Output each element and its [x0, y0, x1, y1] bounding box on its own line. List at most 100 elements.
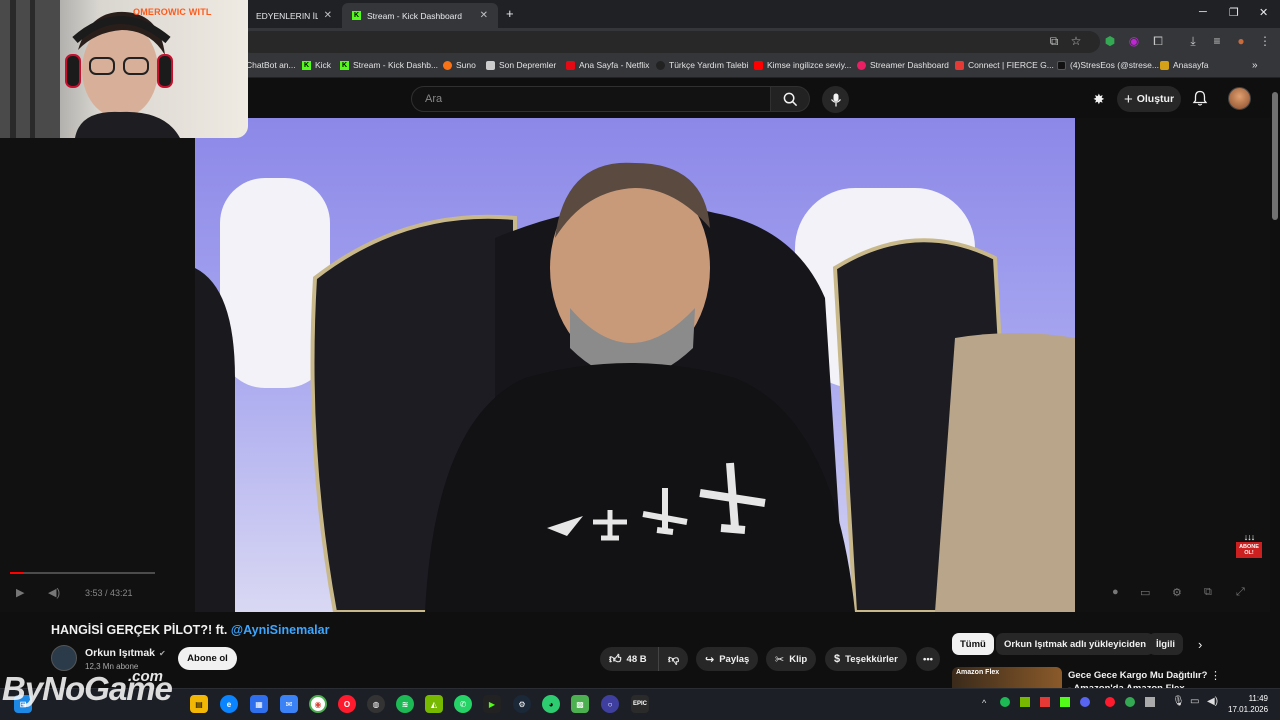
thumbs-up-icon: 👍︎: [609, 651, 622, 666]
premium-sparkle-icon[interactable]: ✸: [1093, 91, 1105, 108]
profile-avatar-icon[interactable]: ●: [1233, 34, 1249, 50]
kick-icon: K: [352, 11, 361, 20]
dislike-button[interactable]: 👎︎: [658, 647, 688, 671]
opera-icon[interactable]: O: [338, 695, 356, 713]
dashboard-icon: [857, 60, 866, 70]
extensions-puzzle-icon[interactable]: ⧠: [1150, 34, 1166, 50]
install-app-icon[interactable]: ⧉: [1046, 34, 1062, 50]
tab-kick-dashboard[interactable]: K Stream - Kick Dashboard ✕: [342, 3, 498, 28]
edge-icon[interactable]: e: [220, 695, 238, 713]
subscribe-button[interactable]: Abone ol: [178, 647, 237, 670]
bookmark-suno[interactable]: Suno: [443, 60, 476, 70]
bookmark-kick[interactable]: K Kick: [302, 60, 331, 70]
tray-app-icon[interactable]: [1040, 697, 1050, 707]
volume-icon[interactable]: ◀): [48, 586, 60, 599]
nvidia-icon[interactable]: ◭: [425, 695, 443, 713]
taskbar-clock[interactable]: 11:49 17.01.2026: [1228, 693, 1268, 715]
like-button[interactable]: 👍︎ 48 B: [600, 647, 658, 671]
file-explorer-icon[interactable]: ▤: [190, 695, 208, 713]
video-frame[interactable]: [195, 118, 1075, 612]
bookmark-chatbot[interactable]: ChatBot an...: [246, 60, 296, 70]
extension-shield-icon[interactable]: ⬢: [1102, 34, 1118, 50]
bookmark-tiktok[interactable]: (4)StresEos (@strese...: [1057, 60, 1159, 70]
kick-studio-icon[interactable]: ▶: [483, 695, 501, 713]
obs-icon[interactable]: ◍: [367, 695, 385, 713]
chip-related[interactable]: İlgili: [1148, 633, 1183, 655]
menu-dots-icon[interactable]: ⋮: [1257, 34, 1273, 50]
account-avatar[interactable]: [1228, 87, 1251, 110]
miniplayer-icon[interactable]: ⧉: [1204, 586, 1212, 599]
tray-volume-icon[interactable]: ◀): [1207, 696, 1218, 707]
bookmark-star-icon[interactable]: ☆: [1068, 34, 1084, 50]
tray-network-icon[interactable]: ▭: [1190, 696, 1199, 707]
more-actions-button[interactable]: •••: [916, 647, 940, 671]
tray-opera-icon[interactable]: [1105, 697, 1115, 707]
kick-icon: K: [340, 60, 349, 70]
tray-discord-icon[interactable]: [1080, 697, 1090, 707]
scrollbar-thumb[interactable]: [1272, 92, 1278, 220]
notifications-button[interactable]: [1192, 90, 1208, 112]
chip-from-uploader[interactable]: Orkun Işıtmak adlı yükleyiciden: [996, 633, 1155, 655]
mail-icon[interactable]: ✉: [280, 695, 298, 713]
whatsapp-icon[interactable]: ✆: [454, 695, 472, 713]
bookmark-netflix[interactable]: Ana Sayfa - Netflix: [566, 60, 649, 70]
title-mention-link[interactable]: @AyniSinemalar: [231, 623, 330, 637]
epic-games-icon[interactable]: EPIC: [631, 695, 649, 713]
tray-mic-icon[interactable]: 🎙︎: [1172, 696, 1185, 707]
restore-icon[interactable]: ❐: [1229, 6, 1239, 19]
thanks-button[interactable]: $ Teşekkürler: [825, 647, 907, 671]
chip-all[interactable]: Tümü: [952, 633, 994, 655]
tray-shield-icon[interactable]: [1145, 697, 1155, 707]
tray-chrome-icon[interactable]: [1125, 697, 1135, 707]
share-button[interactable]: ↪ Paylaş: [696, 647, 759, 671]
bookmark-youtube-video[interactable]: Kimse ingilizce seviy...: [754, 60, 851, 70]
steam-icon[interactable]: ⚙: [513, 695, 531, 713]
plus-icon: +: [1123, 90, 1133, 108]
tray-nvidia-icon[interactable]: [1020, 697, 1030, 707]
tab-video[interactable]: EDYENLERIN İLK Vİ: ✕: [246, 3, 342, 28]
bookmark-fierce[interactable]: Connect | FIERCE G...: [955, 60, 1054, 70]
video-scene: [195, 162, 1075, 612]
channel-avatar[interactable]: [51, 645, 77, 671]
chrome-icon[interactable]: ◉: [309, 695, 327, 713]
voice-search-button[interactable]: [822, 86, 849, 113]
bookmark-stream-kick[interactable]: K Stream - Kick Dashb...: [340, 60, 438, 70]
recommended-menu-icon[interactable]: ⋮: [1210, 669, 1221, 682]
create-button[interactable]: + Oluştur: [1117, 86, 1181, 112]
close-window-icon[interactable]: ✕: [1259, 6, 1268, 19]
fullscreen-icon[interactable]: ⤢: [1236, 586, 1245, 599]
extension-icon[interactable]: ◉: [1126, 34, 1142, 50]
spotify-icon[interactable]: ≋: [396, 695, 414, 713]
progress-bar[interactable]: [10, 572, 155, 574]
subtitles-icon[interactable]: ▭: [1140, 586, 1150, 599]
minecraft-icon[interactable]: ▩: [571, 695, 589, 713]
play-icon[interactable]: ▶: [16, 586, 24, 599]
discord-like-icon[interactable]: ◕: [542, 695, 560, 713]
app-circle-icon[interactable]: ○: [601, 695, 619, 713]
recommended-thumbnail[interactable]: Amazon Flex: [952, 667, 1062, 689]
chips-next-icon[interactable]: ›: [1198, 637, 1202, 652]
minimize-icon[interactable]: ─: [1199, 6, 1207, 18]
bookmark-yardim[interactable]: Türkçe Yardım Talebi: [656, 60, 748, 70]
bookmark-streamer-dashboard[interactable]: Streamer Dashboard: [857, 60, 949, 70]
address-bar[interactable]: [240, 31, 1100, 53]
bell-icon: [1192, 90, 1208, 106]
tray-kick-icon[interactable]: [1060, 697, 1070, 707]
bookmark-son-depremler[interactable]: Son Depremler: [486, 60, 556, 70]
search-button[interactable]: [770, 86, 810, 112]
tray-chevron-icon[interactable]: ^: [982, 698, 986, 708]
bookmark-anasayfa[interactable]: Anasayfa: [1160, 60, 1208, 70]
store-icon[interactable]: ▦: [250, 695, 268, 713]
download-icon[interactable]: ⤓: [1185, 34, 1201, 50]
close-tab-icon[interactable]: ✕: [324, 10, 332, 21]
settings-gear-icon[interactable]: ⚙: [1172, 586, 1182, 599]
media-control-icon[interactable]: ≡: [1209, 34, 1225, 50]
channel-name[interactable]: Orkun Işıtmak ✔: [85, 647, 166, 659]
search-input[interactable]: Ara: [411, 86, 771, 112]
new-tab-button[interactable]: +: [506, 6, 514, 21]
autoplay-toggle-icon[interactable]: ●: [1112, 586, 1119, 598]
close-tab-icon[interactable]: ✕: [480, 10, 488, 21]
tray-spotify-icon[interactable]: [1000, 697, 1010, 707]
bookmarks-overflow-icon[interactable]: »: [1252, 60, 1258, 71]
clip-button[interactable]: ✂ Klip: [766, 647, 817, 671]
